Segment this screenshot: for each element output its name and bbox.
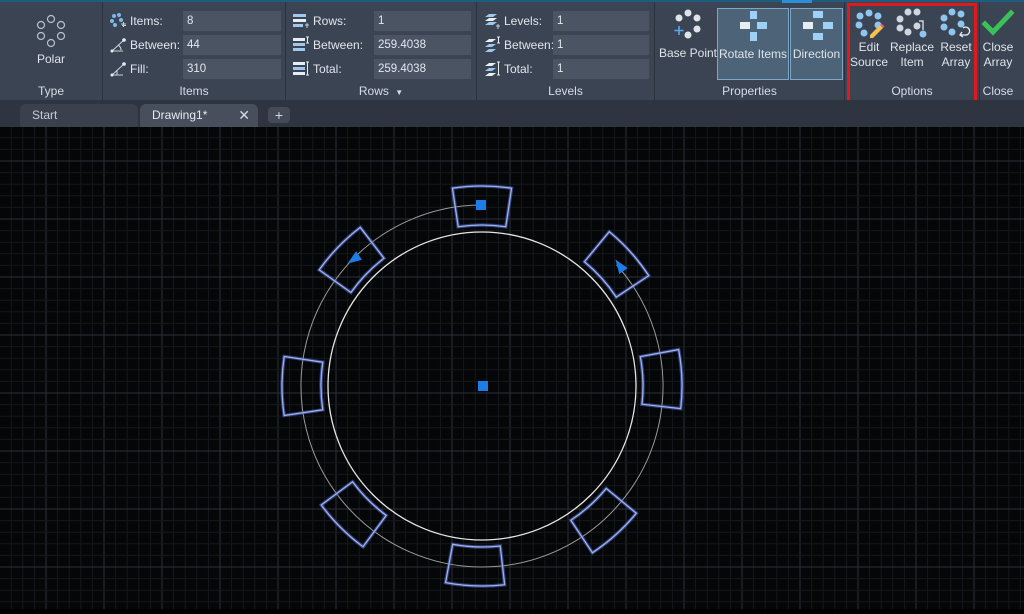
angle-between-icon (110, 38, 126, 53)
close-panel: Close Array Close (980, 2, 1024, 100)
fill-angle-icon (110, 62, 126, 77)
drawing-viewport[interactable] (0, 127, 1024, 609)
close-array-label-1: Close (982, 40, 1014, 54)
type-panel: Polar Type (0, 2, 103, 100)
polar-label: Polar (36, 52, 65, 66)
properties-panel: Base Point Rotate Items Direction Proper… (655, 2, 845, 100)
ribbon: Polar Type Items: Between: Fill: Items R… (0, 0, 1024, 103)
options-highlight-box (847, 3, 977, 103)
row-spacing-icon (293, 36, 309, 51)
chevron-down-icon: ▼ (395, 88, 404, 97)
rows-total-label: Total: (313, 62, 342, 76)
items-panel-title: Items (179, 84, 209, 98)
base-point-label: Base Point (658, 46, 718, 60)
polar-array-icon (36, 14, 66, 48)
level-total-icon (485, 61, 500, 76)
items-between-label: Between: (130, 38, 181, 52)
source-grip (476, 200, 486, 210)
items-between-input[interactable] (183, 35, 281, 55)
array-geometry (280, 184, 684, 588)
direction-icon (802, 11, 833, 40)
rows-count-icon (293, 14, 309, 28)
rows-total-input[interactable] (374, 59, 471, 79)
levels-total-input[interactable] (553, 59, 649, 79)
rows-between-label: Between: (313, 38, 364, 52)
close-array-button[interactable]: Close Array (980, 8, 1016, 80)
checkmark-icon (981, 9, 1015, 36)
polar-button[interactable]: Polar (20, 14, 82, 70)
base-point-icon (674, 9, 701, 39)
row-total-icon (293, 61, 309, 76)
type-panel-title: Type (37, 84, 64, 98)
rows-panel-title-label: Rows (358, 84, 389, 98)
levels-total-row: Total: (483, 58, 562, 80)
items-fill-input[interactable] (183, 59, 281, 79)
center-base-point-grip (478, 381, 488, 391)
levels-count-row: Levels: (483, 10, 562, 32)
properties-panel-title: Properties (722, 84, 777, 98)
items-fill-label: Fill: (130, 62, 149, 76)
rows-total-row: Total: (292, 58, 371, 80)
rows-count-row: Rows: (292, 10, 371, 32)
rows-panel: Rows: Between: Total: Rows ▼ (286, 2, 477, 100)
rows-count-label: Rows: (313, 14, 347, 28)
direction-label: Direction (792, 47, 841, 61)
rows-count-input[interactable] (374, 11, 471, 31)
levels-panel: Levels: Between: Total: Levels (477, 2, 655, 100)
levels-count-icon (485, 14, 500, 29)
items-count-input[interactable] (183, 11, 281, 31)
items-count-icon (110, 13, 126, 27)
close-array-label-2: Array (983, 55, 1013, 69)
rows-panel-title[interactable]: Rows ▼ (286, 84, 476, 98)
close-panel-title: Close (982, 84, 1014, 98)
drawing-canvas[interactable] (0, 127, 1024, 609)
levels-count-input[interactable] (553, 11, 649, 31)
rows-between-row: Between: (292, 34, 371, 56)
items-panel: Items: Between: Fill: Items (103, 2, 286, 100)
items-fill-row: Fill: (109, 58, 188, 80)
file-tabs-bar: Start Drawing1* ✕ + (0, 100, 1024, 127)
items-between-row: Between: (109, 34, 188, 56)
tab-drawing1[interactable]: Drawing1* ✕ (140, 104, 258, 127)
items-count-row: Items: (109, 10, 188, 32)
rotate-items-icon (740, 11, 767, 41)
rotate-items-label: Rotate Items (718, 47, 788, 61)
item-count-arrow-grip (347, 251, 362, 264)
plus-icon: + (274, 107, 284, 123)
items-count-label: Items: (130, 14, 163, 28)
levels-between-input[interactable] (553, 35, 649, 55)
tab-start[interactable]: Start (20, 104, 138, 127)
array-item-glow (581, 229, 652, 300)
new-tab-button[interactable]: + (268, 107, 290, 123)
tab-drawing1-label: Drawing1* (152, 108, 208, 122)
close-icon[interactable]: ✕ (238, 104, 250, 126)
rotate-items-button[interactable]: Rotate Items (717, 8, 789, 80)
level-spacing-icon (485, 36, 500, 52)
tab-start-label: Start (32, 108, 58, 122)
levels-between-row: Between: (483, 34, 562, 56)
rows-between-input[interactable] (374, 35, 471, 55)
levels-panel-title: Levels (548, 84, 583, 98)
direction-button[interactable]: Direction (790, 8, 843, 80)
base-point-button[interactable]: Base Point (658, 8, 718, 80)
